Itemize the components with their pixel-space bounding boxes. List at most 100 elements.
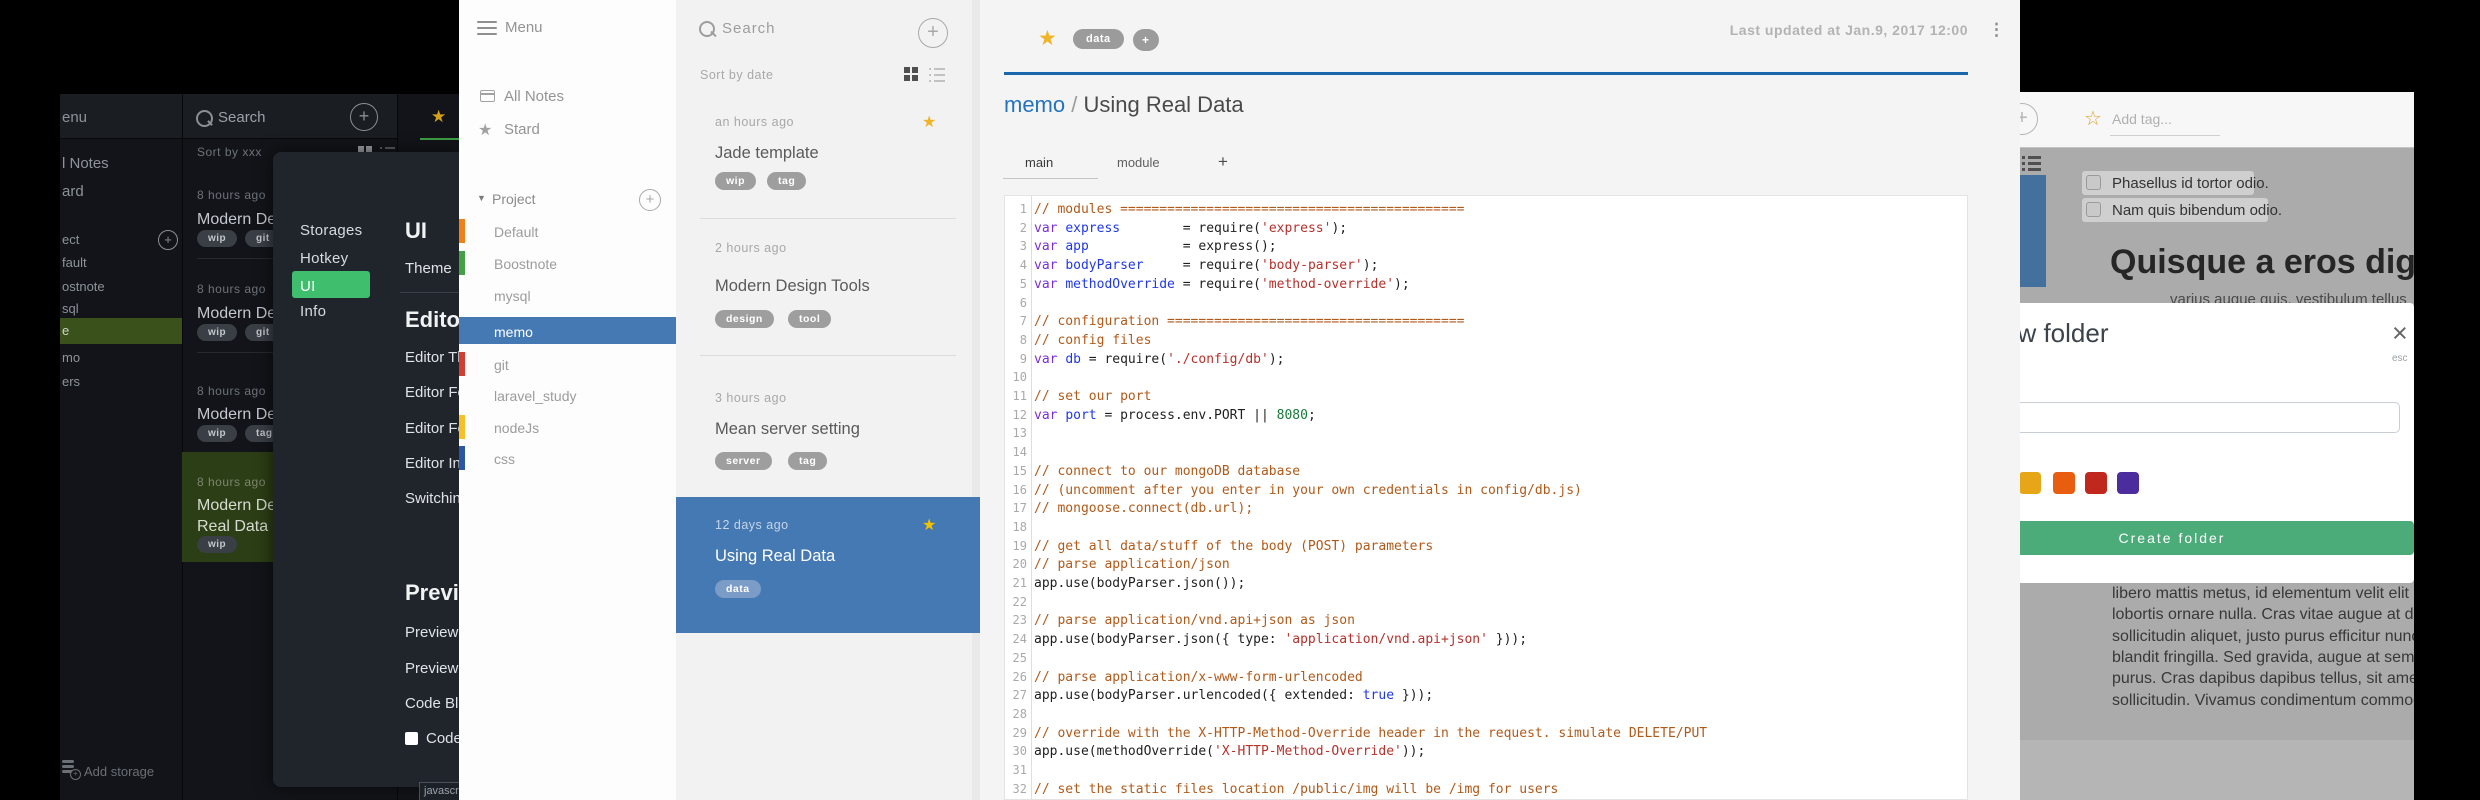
code-editor[interactable]: 1 // modules ============================… [1004,195,1968,800]
folder-item-Boostnote[interactable]: Boostnote [494,256,557,272]
settings-checkbox[interactable] [405,732,418,745]
tag-chip[interactable]: wip [197,425,238,442]
color-swatch[interactable] [2085,472,2107,494]
tag-chip[interactable]: wip [197,324,238,341]
tag-chip[interactable]: wip [197,536,238,553]
star-toggle-icon[interactable]: ★ [1038,26,1057,51]
settings-row-label[interactable]: Editor Fo [405,384,459,401]
dark-folder-item[interactable]: ostnote [62,279,105,294]
tab-add-button[interactable]: + [1218,152,1228,172]
settings-row-label[interactable]: Switching [405,490,459,507]
close-icon[interactable]: × [2392,320,2408,347]
task-checkbox[interactable] [2086,175,2101,190]
settings-tab-hotkey[interactable]: Hotkey [300,250,349,267]
dark-folder-item-selected[interactable] [60,318,182,344]
star-icon[interactable]: ★ [922,112,936,132]
add-note-button[interactable]: + [2020,103,2038,135]
add-tag-input[interactable]: Add tag... [2112,111,2172,127]
add-note-button[interactable]: + [350,103,378,131]
code-line: 5 var methodOverride = require('method-ov… [1005,275,1967,294]
search-input[interactable]: Search [722,20,776,37]
add-folder-button[interactable]: + [158,230,178,250]
add-note-button[interactable]: + [918,18,948,48]
note-title[interactable]: Modern Design Tools [715,277,870,296]
settings-row-label[interactable]: Code Blo [405,695,459,712]
line-number: 26 [1012,669,1027,684]
color-swatch[interactable] [2053,472,2075,494]
add-tag-button[interactable]: + [1133,29,1159,51]
folder-item-nodeJs[interactable]: nodeJs [494,420,539,436]
tag-chip[interactable]: tag [788,452,828,470]
add-folder-button[interactable]: + [639,189,661,211]
dark-folder-item[interactable]: e [62,323,69,338]
dark-folder-item[interactable]: mo [62,350,80,365]
divider [700,218,956,219]
search-input[interactable]: Search [218,109,266,126]
tag-chip[interactable]: wip [197,230,238,247]
settings-row-label[interactable]: Editor Th [405,349,459,366]
settings-row-label: Code B [426,730,459,747]
star-outline-icon[interactable]: ☆ [2084,106,2102,131]
note-title[interactable]: Mean server setting [715,420,860,439]
settings-tab-info[interactable]: Info [300,303,326,320]
color-swatch[interactable] [2117,472,2139,494]
folder-item-Default[interactable]: Default [494,224,538,240]
dark-folder-item[interactable]: fault [62,255,87,270]
settings-row-label[interactable]: Editor Ind [405,455,459,472]
dark-sidebar-item[interactable]: l Notes [62,155,109,172]
folder-item-css[interactable]: css [494,451,515,467]
tab-main[interactable]: main [1025,155,1053,170]
tag-chip[interactable]: data [715,580,761,598]
code-line: 17 // mongoose.connect(db.url); [1005,499,1967,518]
settings-row-label[interactable]: Preview F [405,624,459,641]
dark-folder-item[interactable]: sql [62,301,79,316]
dark-sidebar-item[interactable]: enu [62,109,87,126]
tab-module[interactable]: module [1117,155,1160,170]
star-icon[interactable]: ★ [431,107,446,127]
dark-sidebar-item[interactable]: ard [62,183,84,200]
task-checkbox[interactable] [2086,202,2101,217]
tag-chip[interactable]: design [715,310,774,328]
dark-sidebar-item[interactable]: ect [62,232,79,247]
more-menu-icon[interactable]: ⋮ [1988,20,2005,40]
dark-folder-item[interactable]: ers [62,374,80,389]
folder-name-input[interactable] [2020,402,2400,433]
settings-row-label[interactable]: Preview F [405,660,459,677]
tag-chip[interactable]: tool [788,310,832,328]
code-line: 27 app.use(bodyParser.urlencoded({ extend… [1005,686,1967,705]
settings-tab-storages[interactable]: Storages [300,222,362,239]
tag-chip[interactable]: wip [715,172,756,190]
breadcrumb-folder[interactable]: memo [1004,92,1065,117]
tag-chip[interactable]: server [715,452,772,470]
selected-note-strip[interactable] [2020,175,2046,287]
add-storage-button[interactable]: + Add storage [62,756,182,786]
folder-item-laravel_study[interactable]: laravel_study [494,388,577,404]
folder-item-memo[interactable]: memo [494,324,533,340]
breadcrumb-title: Using Real Data [1083,92,1244,117]
note-time: 8 hours ago [197,188,266,202]
create-folder-button[interactable]: Create folder [2020,521,2414,555]
sort-toggle[interactable]: Sort by date [700,68,773,82]
note-title[interactable]: Using Real Data [715,547,835,566]
scrollbar[interactable] [972,0,980,800]
note-title[interactable]: Jade template [715,144,819,163]
star-icon[interactable]: ★ [922,515,936,535]
tag-chip[interactable]: data [1073,29,1124,49]
black-mask [2020,0,2480,92]
note-detail-panel: ★ data + Last updated at Jan.9, 2017 12:… [980,0,2020,800]
color-swatch[interactable] [2020,472,2041,494]
code-text: var port = process.env.PORT || 8080; [1034,407,1316,423]
settings-row-label[interactable]: Theme [405,260,452,277]
settings-tab-ui[interactable]: UI [300,278,316,295]
code-theme-select[interactable]: javascri [419,782,463,800]
code-line: 3 var app = express(); [1005,237,1967,256]
code-text: app.use(bodyParser.urlencoded({ extended… [1034,688,1434,704]
settings-nav: Storages Hotkey UI Info [273,152,393,787]
folder-item-git[interactable]: git [494,357,509,373]
menu-label: Menu [505,19,543,36]
tag-chip[interactable]: tag [767,172,807,190]
folder-item-mysql[interactable]: mysql [494,288,531,304]
line-number: 3 [1019,239,1027,254]
code-line: 7 // configuration ======================… [1005,312,1967,331]
settings-row-label[interactable]: Editor Fo [405,420,459,437]
